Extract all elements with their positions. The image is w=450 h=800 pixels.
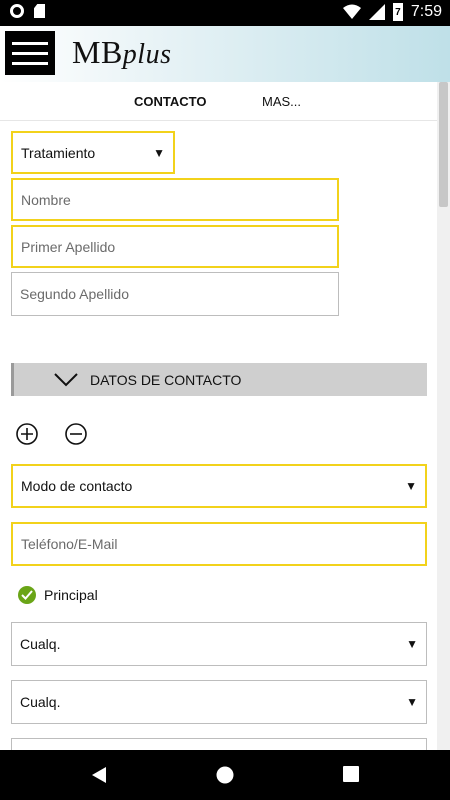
nombre-field[interactable]: Nombre	[11, 178, 339, 221]
principal-toggle[interactable]: Principal	[18, 586, 98, 604]
cualq-select-1[interactable]: Cualq. ▼	[11, 622, 427, 666]
dropdown-arrow-icon: ▼	[406, 637, 418, 651]
tratamiento-value: Tratamiento	[21, 144, 96, 161]
app-bar: MBplus	[0, 26, 450, 82]
status-bar: 7 7:59	[0, 0, 450, 26]
telefono-email-placeholder: Teléfono/E-Mail	[21, 536, 118, 552]
dropdown-arrow-icon: ▼	[405, 479, 417, 493]
segundo-apellido-placeholder: Segundo Apellido	[20, 286, 129, 302]
segundo-apellido-field[interactable]: Segundo Apellido	[11, 272, 339, 316]
sd-card-icon	[34, 4, 45, 18]
remove-circle-icon[interactable]	[65, 423, 87, 445]
dropdown-arrow-icon: ▼	[406, 695, 418, 709]
primer-apellido-field[interactable]: Primer Apellido	[11, 225, 339, 268]
tab-mas[interactable]: MAS...	[262, 94, 301, 109]
menu-icon[interactable]	[5, 31, 55, 75]
dropdown-arrow-icon: ▼	[153, 145, 165, 160]
next-field-partial[interactable]	[11, 738, 427, 750]
modo-contacto-value: Modo de contacto	[21, 478, 133, 494]
scrollbar[interactable]	[437, 82, 450, 760]
recents-icon[interactable]	[343, 766, 359, 782]
nombre-placeholder: Nombre	[21, 191, 71, 208]
tab-contacto[interactable]: CONTACTO	[134, 94, 206, 109]
principal-label: Principal	[44, 587, 98, 603]
section-title: DATOS DE CONTACTO	[90, 371, 242, 388]
telefono-email-field[interactable]: Teléfono/E-Mail	[11, 522, 427, 566]
logo-main: MB	[72, 34, 123, 70]
cualq-value-1: Cualq.	[20, 636, 61, 652]
notification-circle-icon	[10, 4, 24, 18]
check-circle-icon	[18, 586, 36, 604]
home-icon[interactable]	[216, 766, 234, 784]
chevron-down-icon	[54, 372, 78, 386]
tab-bar: CONTACTO MAS...	[0, 82, 437, 121]
wifi-icon	[342, 4, 361, 19]
add-circle-icon[interactable]	[16, 423, 38, 445]
clock: 7:59	[410, 3, 442, 20]
modo-contacto-select[interactable]: Modo de contacto ▼	[11, 464, 427, 508]
signal-icon	[368, 4, 385, 20]
logo-suffix: plus	[122, 39, 172, 70]
cualq-value-2: Cualq.	[20, 694, 61, 710]
datos-contacto-section[interactable]: DATOS DE CONTACTO	[11, 363, 427, 396]
primer-apellido-placeholder: Primer Apellido	[21, 238, 116, 255]
back-icon[interactable]	[90, 766, 108, 784]
tratamiento-select[interactable]: Tratamiento ▼	[11, 131, 175, 174]
app-logo: MBplus	[72, 34, 171, 71]
scrollbar-thumb[interactable]	[439, 82, 448, 207]
system-nav-bar	[0, 750, 450, 800]
cualq-select-2[interactable]: Cualq. ▼	[11, 680, 427, 724]
battery-icon: 7	[392, 3, 403, 21]
